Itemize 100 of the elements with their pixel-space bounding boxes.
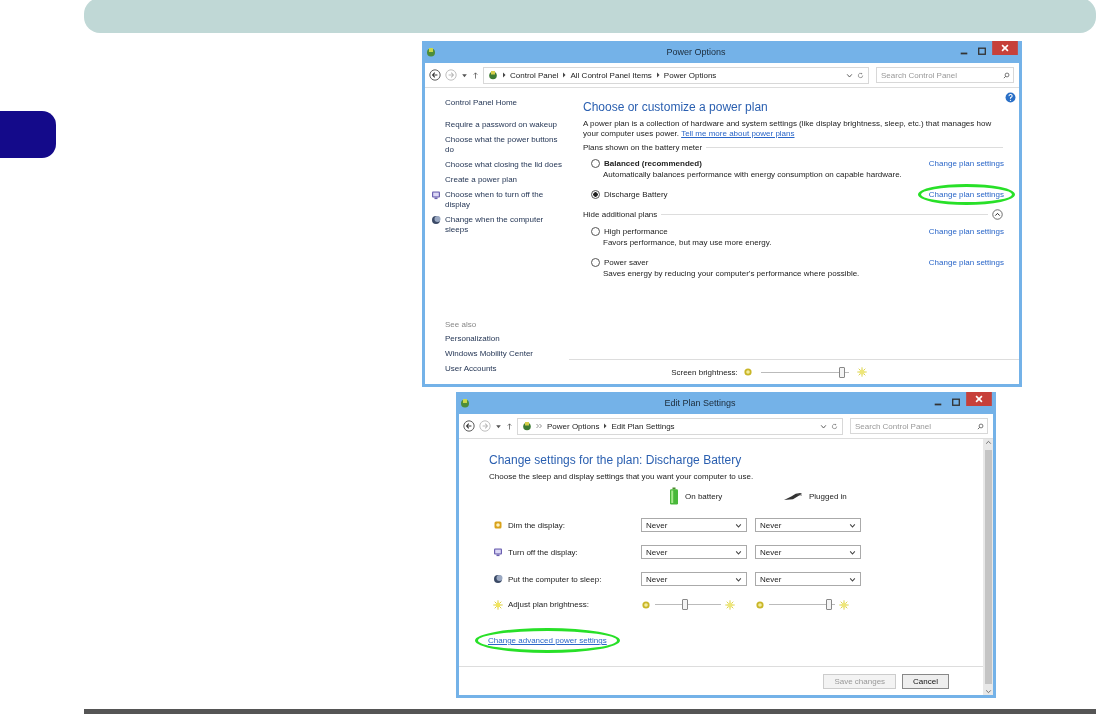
sidebar-link[interactable]: Require a password on wakeup: [445, 120, 558, 130]
close-button[interactable]: [992, 41, 1018, 55]
dropdown[interactable]: Never: [641, 572, 747, 586]
address-bar[interactable]: Power Options Edit Plan Settings: [517, 417, 843, 435]
caret-icon: [735, 548, 742, 556]
breadcrumb[interactable]: All Control Panel Items: [570, 70, 652, 80]
sidebar-link[interactable]: Change when the computer sleeps: [445, 215, 567, 235]
breadcrumb[interactable]: Edit Plan Settings: [611, 421, 675, 431]
caret-icon[interactable]: [495, 422, 502, 430]
refresh-icon[interactable]: [857, 71, 864, 79]
address-bar[interactable]: Control Panel All Control Panel Items Power Options: [483, 66, 869, 84]
control-panel-icon: [488, 70, 498, 80]
radio-button[interactable]: [591, 226, 600, 236]
description-text: Choose the sleep and display settings that you want your computer to use.: [489, 472, 755, 481]
app-icon: [426, 47, 436, 57]
chevron-icon: [502, 72, 506, 78]
monitor-icon: [493, 547, 503, 557]
breadcrumb[interactable]: Power Options: [663, 70, 717, 80]
setting-label: Dim the display:: [508, 520, 565, 530]
help-link[interactable]: Tell me more about power plans: [681, 129, 795, 138]
breadcrumb[interactable]: Control Panel: [510, 70, 559, 80]
sun-icon: [493, 599, 503, 610]
caret-icon: [849, 548, 856, 556]
dropdown[interactable]: Never: [641, 545, 747, 559]
column-header: On battery: [685, 491, 723, 501]
plan-name: High performance: [604, 226, 668, 236]
sidebar-link[interactable]: Choose what the power buttons do: [445, 135, 567, 155]
change-plan-link[interactable]: Change plan settings: [928, 257, 1004, 267]
setting-label: Adjust plan brightness:: [508, 600, 589, 609]
breadcrumb[interactable]: Power Options: [547, 421, 600, 431]
setting-label: Put the computer to sleep:: [508, 574, 602, 584]
column-header: Plugged in: [809, 491, 847, 501]
caret-icon: [849, 521, 856, 529]
up-arrow-icon[interactable]: [472, 71, 479, 79]
group-label: Plans shown on the battery meter: [583, 143, 703, 152]
advanced-settings-link[interactable]: Change advanced power settings: [488, 636, 607, 645]
search-icon: [1003, 71, 1010, 79]
dropdown[interactable]: Never: [755, 572, 861, 586]
plan-description: Automatically balances performance with energy consumption on capable hardware.: [602, 170, 903, 179]
slider-thumb[interactable]: [682, 599, 688, 610]
window-title: Power Options: [665, 47, 727, 57]
plan-name: Discharge Battery: [604, 189, 668, 199]
back-button[interactable]: [463, 420, 475, 432]
dropdown[interactable]: Never: [755, 545, 861, 559]
dim-sun-icon: [742, 367, 753, 377]
change-plan-link[interactable]: Change plan settings: [928, 226, 1004, 236]
close-button[interactable]: [966, 392, 992, 406]
page-heading: Change settings for the plan: Discharge Battery: [489, 453, 743, 467]
see-also-link[interactable]: Personalization: [445, 334, 567, 344]
refresh-icon[interactable]: [831, 422, 838, 430]
group-label: Hide additional plans: [583, 210, 658, 219]
search-field[interactable]: Search Control Panel: [876, 67, 1014, 83]
up-arrow-icon[interactable]: [506, 422, 513, 430]
sidebar-link[interactable]: Choose when to turn off the display: [445, 190, 567, 210]
monitor-icon: [431, 190, 441, 200]
sidebar-link[interactable]: Control Panel Home: [445, 98, 518, 108]
caret-icon: [735, 521, 742, 529]
radio-button[interactable]: [591, 257, 600, 267]
search-icon: [977, 422, 984, 430]
dim-sun-icon: [755, 599, 765, 610]
dialog-button[interactable]: Cancel: [902, 673, 949, 689]
scroll-down-icon[interactable]: [984, 688, 992, 695]
help-icon[interactable]: [1005, 92, 1016, 103]
slider-thumb[interactable]: [838, 366, 845, 378]
bright-sun-icon: [839, 599, 849, 610]
radio-button[interactable]: [591, 158, 600, 168]
window-title: Edit Plan Settings: [663, 398, 737, 408]
radio-button[interactable]: [591, 189, 600, 199]
description-text: A power plan is a collection of hardware and system settings (like display brightness, sleep, etc.) that manages how your computer uses power. Tell me more about power plans: [583, 119, 993, 139]
dropdown[interactable]: Never: [641, 518, 747, 532]
dropdown-caret-icon[interactable]: [846, 71, 853, 79]
control-panel-icon: [522, 421, 532, 431]
plan-name: Balanced (recommended): [604, 158, 702, 168]
see-also-link[interactable]: User Accounts: [445, 364, 567, 374]
dropdown[interactable]: Never: [755, 518, 861, 532]
caret-icon[interactable]: [461, 71, 468, 79]
change-plan-link[interactable]: Change plan settings: [928, 158, 1004, 168]
dim-display-icon: [493, 520, 503, 530]
bright-sun-icon: [725, 599, 735, 610]
plan-description: Favors performance, but may use more energy.: [602, 238, 773, 247]
page-heading: Choose or customize a power plan: [583, 100, 769, 114]
caret-icon: [735, 575, 742, 583]
see-also-label: See also: [445, 320, 478, 329]
moon-icon: [431, 215, 441, 225]
sidebar-link[interactable]: Choose what closing the lid does: [445, 160, 562, 170]
sidebar-link[interactable]: Create a power plan: [445, 175, 518, 185]
see-also-link[interactable]: Windows Mobility Center: [445, 349, 567, 359]
chevron-icon: [562, 72, 567, 78]
caret-icon: [849, 575, 856, 583]
dropdown-caret-icon[interactable]: [820, 422, 827, 430]
collapse-button[interactable]: [992, 209, 1003, 220]
slider-thumb[interactable]: [826, 599, 832, 610]
plug-icon: [783, 491, 803, 501]
chevron-icon: [655, 72, 660, 78]
scrollbar[interactable]: [983, 439, 993, 695]
scroll-up-icon[interactable]: [984, 439, 992, 446]
back-button[interactable]: [429, 69, 441, 81]
change-plan-link[interactable]: Change plan settings: [928, 189, 1004, 199]
search-field[interactable]: Search Control Panel: [850, 418, 988, 434]
plan-name: Power saver: [604, 257, 649, 267]
